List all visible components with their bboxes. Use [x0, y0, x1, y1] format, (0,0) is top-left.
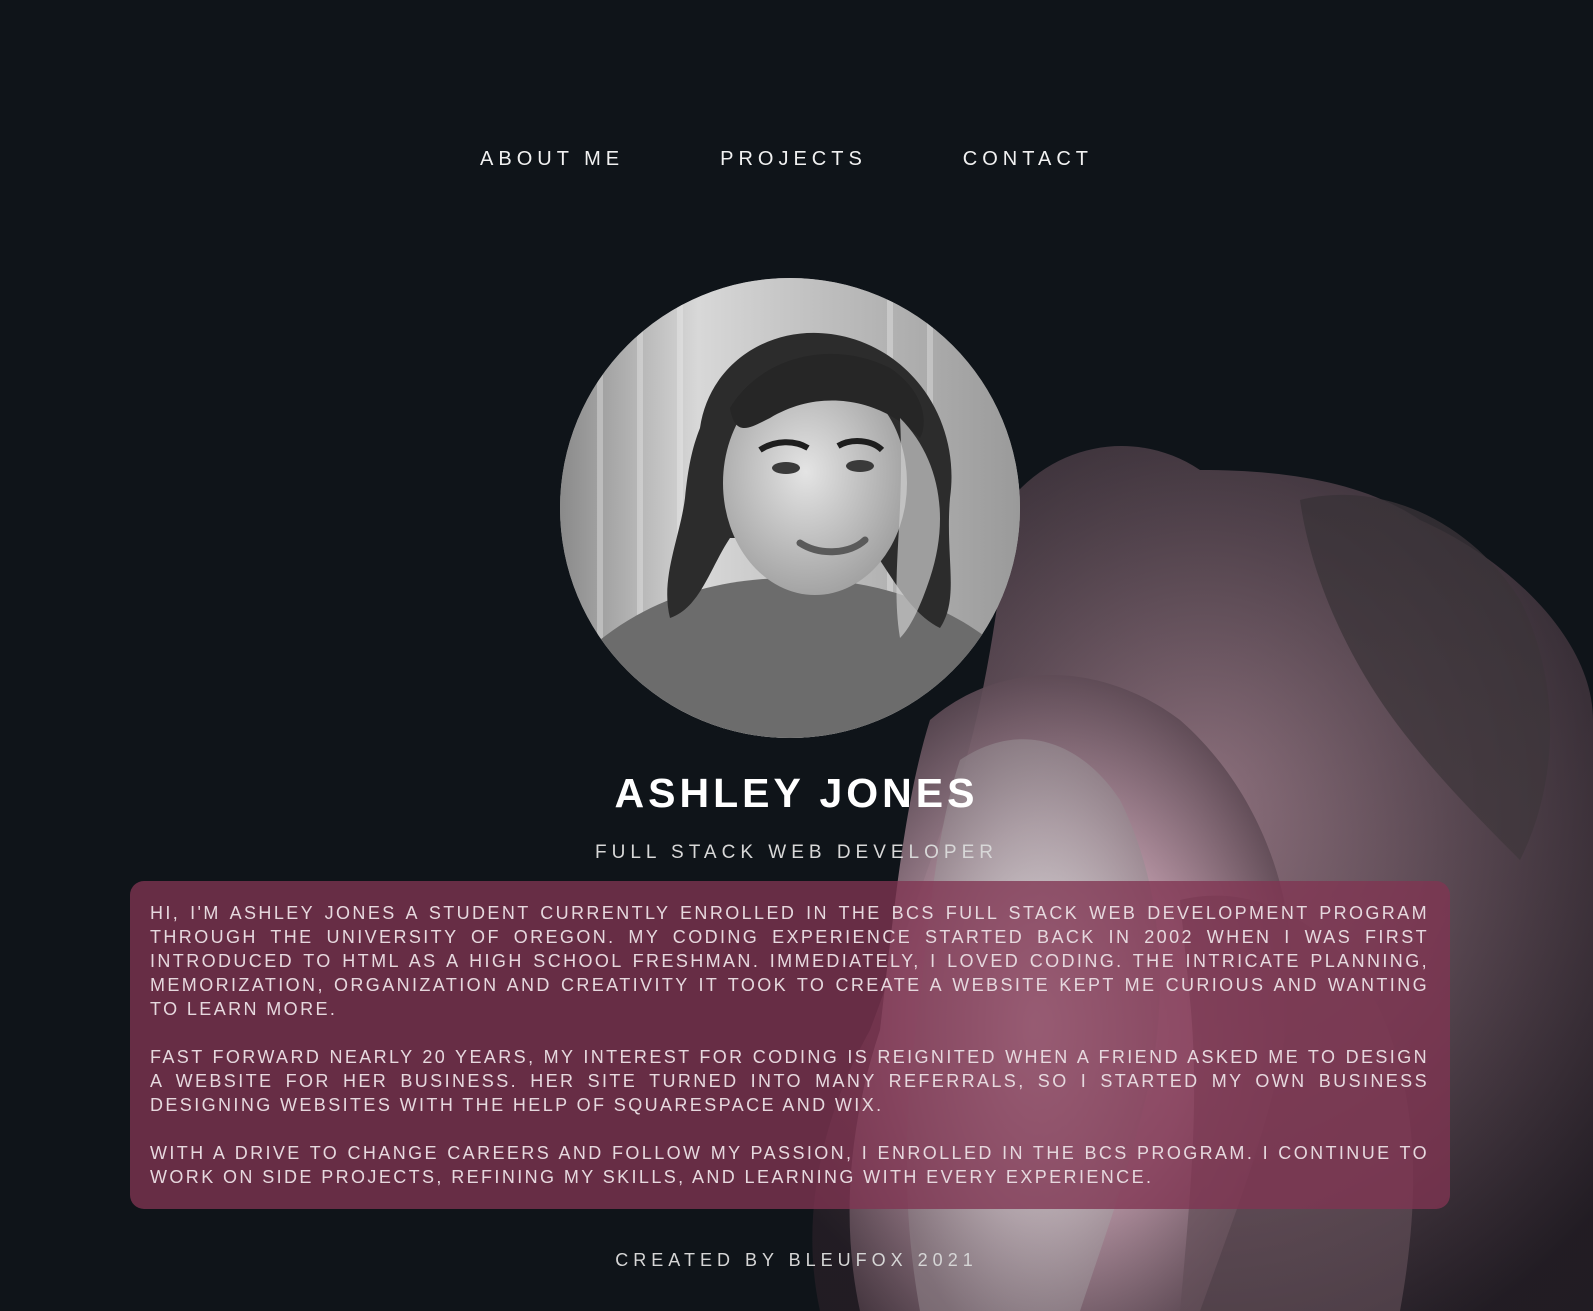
nav-link-contact[interactable]: CONTACT	[963, 148, 1093, 171]
main-nav: ABOUT ME PROJECTS CONTACT	[0, 148, 1583, 171]
bio-paragraph: FAST FORWARD NEARLY 20 YEARS, MY INTERES…	[150, 1047, 1429, 1115]
bio-paragraph: WITH A DRIVE TO CHANGE CAREERS AND FOLLO…	[150, 1143, 1429, 1187]
bio-paragraph: HI, I'M ASHLEY JONES A STUDENT CURRENTLY…	[150, 903, 1429, 1019]
profile-title: FULL STACK WEB DEVELOPER	[595, 842, 998, 863]
profile-photo	[560, 278, 1020, 738]
profile-name: ASHLEY JONES	[614, 770, 979, 816]
footer-credit: CREATED BY BLEUFOX 2021	[615, 1250, 978, 1270]
nav-link-projects[interactable]: PROJECTS	[720, 148, 867, 171]
bio-panel: HI, I'M ASHLEY JONES A STUDENT CURRENTLY…	[130, 881, 1450, 1209]
nav-link-about-me[interactable]: ABOUT ME	[480, 148, 624, 171]
